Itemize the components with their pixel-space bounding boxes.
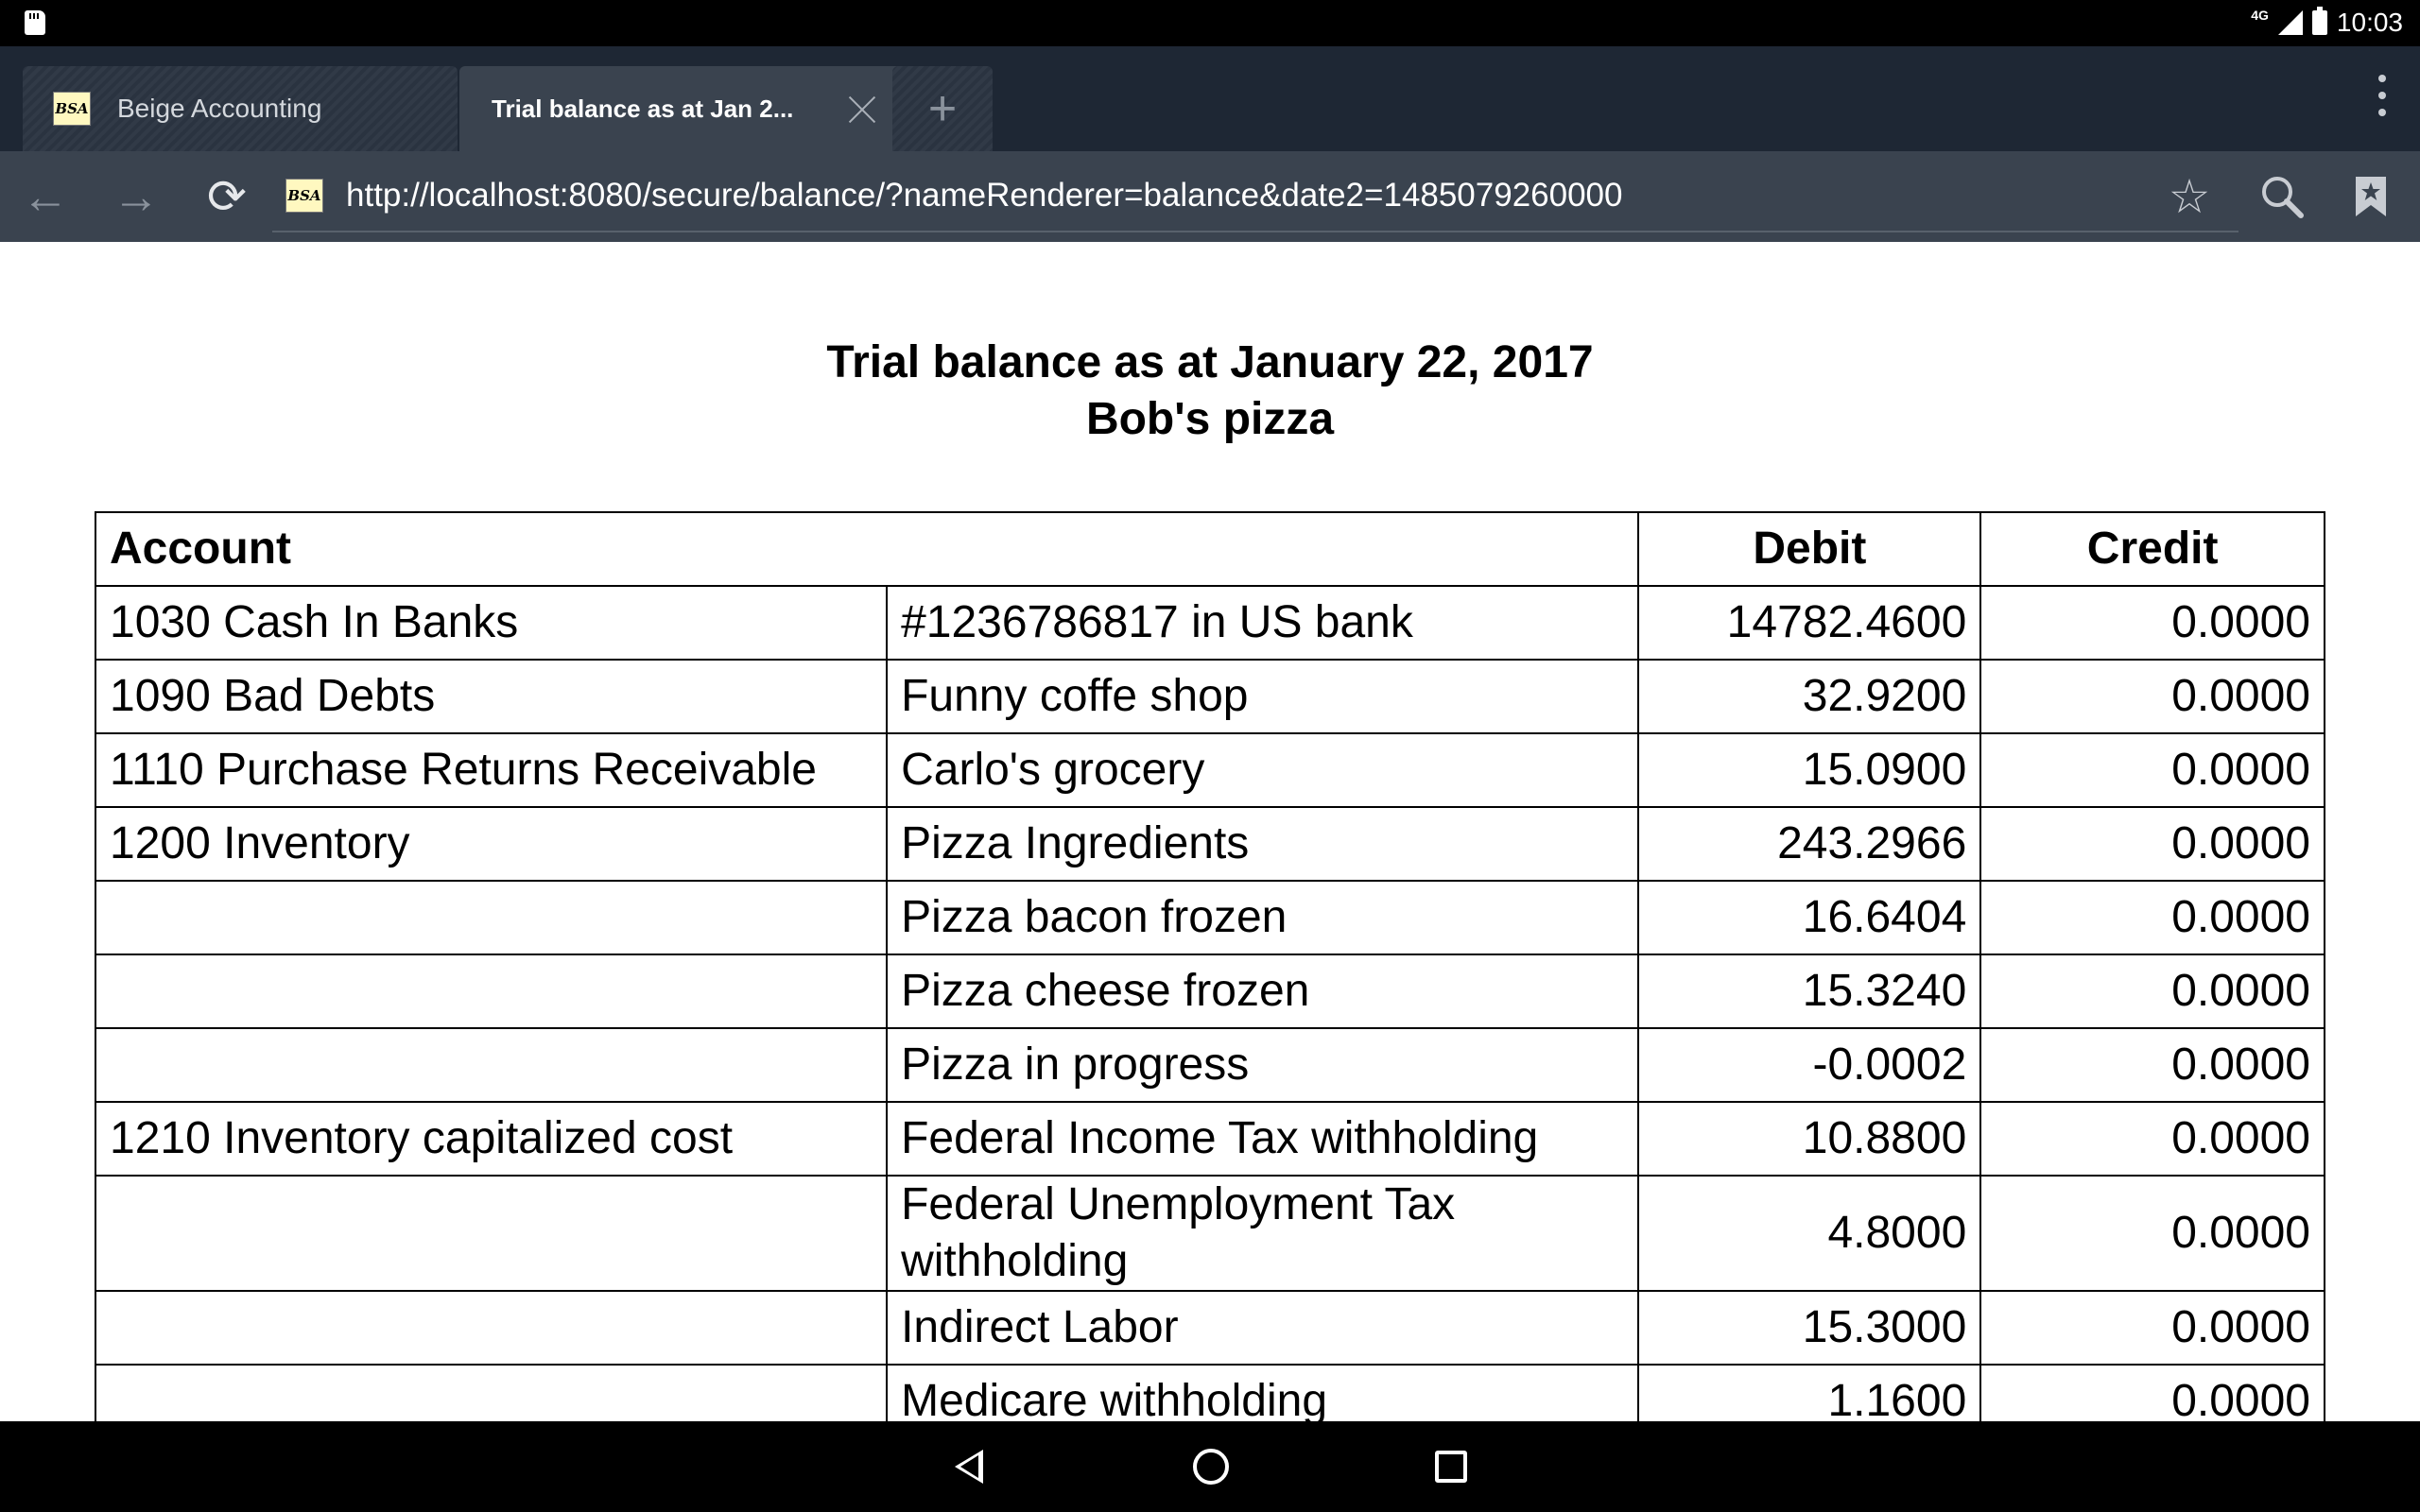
sub-account-cell: Pizza cheese frozen [886,954,1640,1029]
credit-cell: 0.0000 [1979,954,2325,1029]
forward-button[interactable]: → [108,168,164,225]
account-cell: 1110 Purchase Returns Receivable [94,732,889,808]
plus-icon: + [927,81,958,136]
credit-cell: 0.0000 [1979,880,2325,955]
trial-balance-table: Account Debit Credit 1030 Cash In Banks #… [94,511,2325,1421]
account-cell: 1090 Bad Debts [94,659,889,734]
sub-account-cell: #1236786817 in US bank [886,585,1640,661]
account-cell [94,1364,889,1421]
debit-cell: -0.0002 [1637,1027,1982,1103]
network-type-label: 4G [2251,8,2269,23]
back-nav-icon[interactable] [955,1450,983,1484]
tab-trial-balance[interactable]: Trial balance as at Jan 2... [459,66,904,151]
browser-toolbar: ← → ⟳ BSA http://localhost:8080/secure/b… [0,151,2420,242]
reload-icon: ⟳ [207,170,247,223]
credit-cell: 0.0000 [1979,1027,2325,1103]
table-row: Pizza in progress -0.0002 0.0000 [94,1027,2325,1103]
tab-strip: BSA Beige Accounting Trial balance as at… [0,46,2420,151]
table-row: Indirect Labor 15.3000 0.0000 [94,1290,2325,1366]
home-nav-icon[interactable] [1193,1449,1229,1485]
bookmark-icon[interactable] [2342,168,2399,225]
debit-cell: 14782.4600 [1637,585,1982,661]
debit-cell: 32.9200 [1637,659,1982,734]
table-row: Pizza bacon frozen 16.6404 0.0000 [94,880,2325,955]
site-favicon-icon: BSA [53,92,91,126]
account-cell [94,1175,889,1292]
status-bar: 4G 10:03 [0,0,2420,46]
search-icon[interactable] [2254,168,2310,225]
credit-cell: 0.0000 [1979,1101,2325,1177]
table-row: 1030 Cash In Banks #1236786817 in US bank… [94,585,2325,661]
account-cell: 1210 Inventory capitalized cost [94,1101,889,1177]
report-title: Trial balance as at January 22, 2017 [826,337,1594,387]
credit-cell: 0.0000 [1979,1364,2325,1421]
account-cell [94,880,889,955]
table-header-row: Account Debit Credit [94,511,2325,587]
header-debit: Debit [1637,511,1982,587]
address-bar[interactable]: BSA http://localhost:8080/secure/balance… [272,161,2238,232]
credit-cell: 0.0000 [1979,1290,2325,1366]
sub-account-cell: Pizza bacon frozen [886,880,1640,955]
debit-cell: 243.2966 [1637,806,1982,882]
url-text[interactable]: http://localhost:8080/secure/balance/?na… [346,177,1623,215]
account-cell [94,1290,889,1366]
sub-account-cell: Indirect Labor [886,1290,1640,1366]
status-indicators: 4G 10:03 [2251,7,2403,38]
new-tab-button[interactable]: + [892,66,993,151]
table-row: Medicare withholding 1.1600 0.0000 [94,1364,2325,1421]
site-favicon-icon: BSA [285,179,323,213]
sub-account-cell: Funny coffe shop [886,659,1640,734]
account-cell: 1200 Inventory [94,806,889,882]
credit-cell: 0.0000 [1979,732,2325,808]
page-content: Trial balance as at January 22, 2017 Bob… [0,242,2420,1421]
account-cell [94,1027,889,1103]
tab-title: Trial balance as at Jan 2... [492,94,794,123]
debit-cell: 16.6404 [1637,880,1982,955]
overflow-menu-icon[interactable] [2378,75,2386,116]
account-cell [94,954,889,1029]
sub-account-cell: Medicare withholding [886,1364,1640,1421]
debit-cell: 1.1600 [1637,1364,1982,1421]
tab-beige-accounting[interactable]: BSA Beige Accounting [23,66,458,151]
debit-cell: 4.8000 [1637,1175,1982,1292]
debit-cell: 15.3000 [1637,1290,1982,1366]
header-credit: Credit [1979,511,2325,587]
star-icon[interactable]: ☆ [2161,168,2218,225]
recent-apps-icon[interactable] [1435,1451,1467,1483]
table-row: 1110 Purchase Returns Receivable Carlo's … [94,732,2325,808]
system-nav-bar [0,1421,2420,1512]
header-account: Account [94,511,1640,587]
sub-account-cell: Federal Income Tax withholding [886,1101,1640,1177]
tab-title: Beige Accounting [117,94,322,123]
debit-cell: 15.0900 [1637,732,1982,808]
back-button[interactable]: ← [17,168,74,225]
table-row: 1200 Inventory Pizza Ingredients 243.2966 0… [94,806,2325,882]
arrow-left-icon: ← [22,170,69,223]
sub-account-cell: Federal Unemployment Tax withholding [886,1175,1640,1292]
credit-cell: 0.0000 [1979,1175,2325,1292]
battery-icon [2311,7,2327,35]
reload-button[interactable]: ⟳ [199,168,255,225]
account-cell: 1030 Cash In Banks [94,585,889,661]
report-subtitle: Bob's pizza [1085,394,1335,444]
debit-cell: 15.3240 [1637,954,1982,1029]
signal-icon [2277,10,2303,35]
credit-cell: 0.0000 [1979,806,2325,882]
credit-cell: 0.0000 [1979,585,2325,661]
sd-card-icon [25,10,45,35]
credit-cell: 0.0000 [1979,659,2325,734]
arrow-right-icon: → [112,170,160,223]
close-tab-icon[interactable] [847,94,877,125]
table-body: 1030 Cash In Banks #1236786817 in US bank… [94,585,2325,1421]
sub-account-cell: Pizza in progress [886,1027,1640,1103]
table-row: 1090 Bad Debts Funny coffe shop 32.9200 0.0… [94,659,2325,734]
debit-cell: 10.8800 [1637,1101,1982,1177]
table-row: Federal Unemployment Tax withholding 4.80… [94,1175,2325,1292]
sub-account-cell: Pizza Ingredients [886,806,1640,882]
table-row: Pizza cheese frozen 15.3240 0.0000 [94,954,2325,1029]
table-row: 1210 Inventory capitalized cost Federal I… [94,1101,2325,1177]
sub-account-cell: Carlo's grocery [886,732,1640,808]
clock: 10:03 [2336,8,2403,37]
